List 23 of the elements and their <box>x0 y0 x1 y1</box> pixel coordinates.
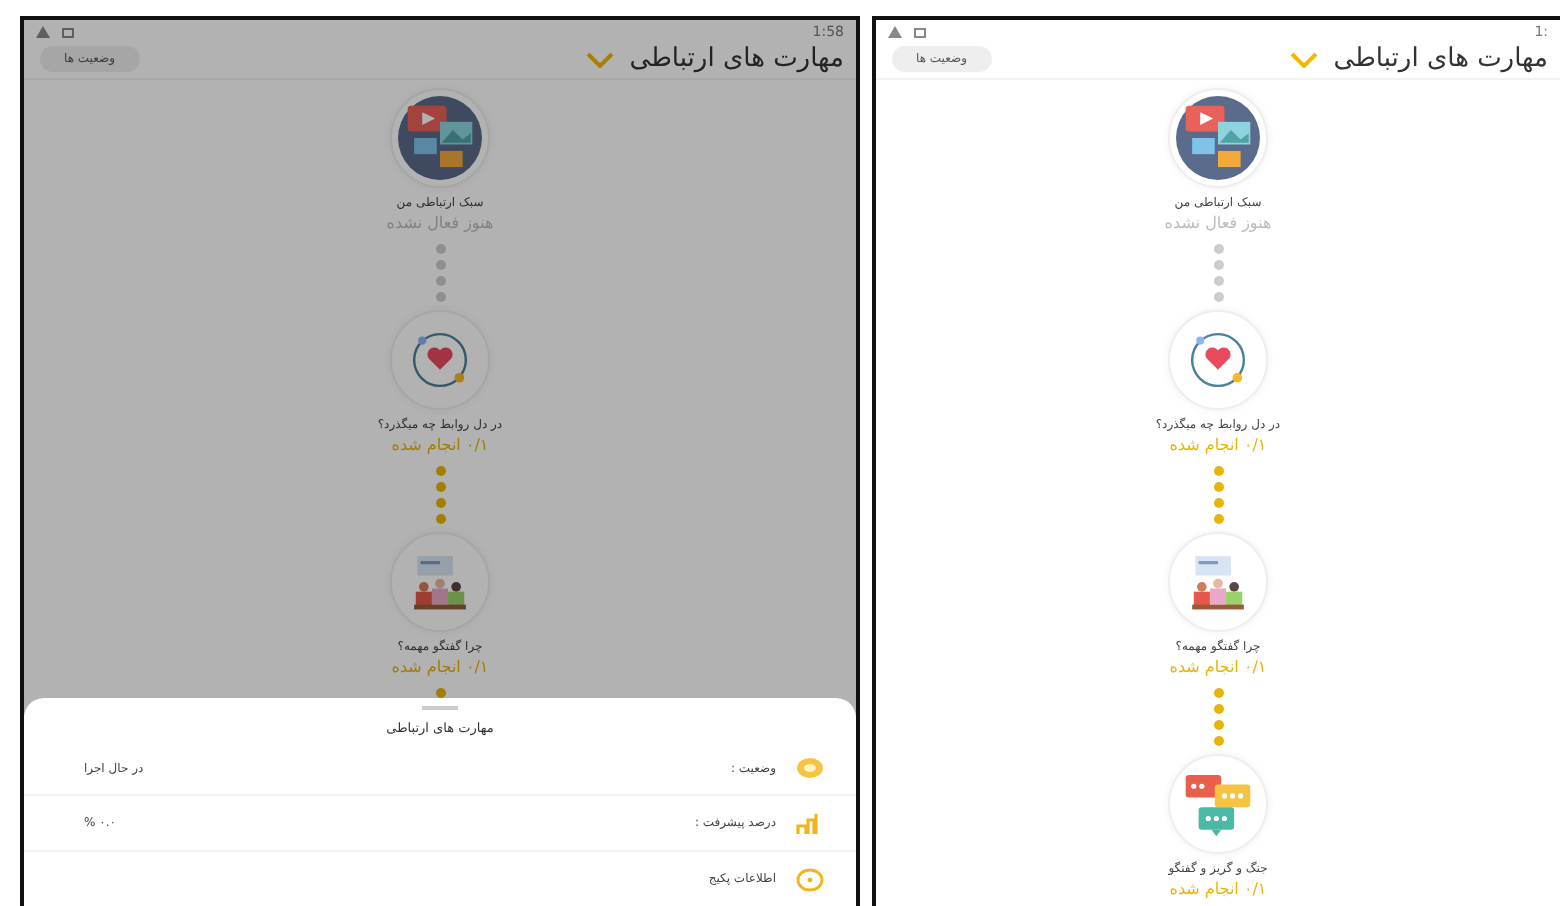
page-title: مهارت های ارتباطی <box>629 44 844 74</box>
warning-icon <box>888 26 902 38</box>
drag-handle[interactable] <box>422 706 458 710</box>
image-icon <box>62 27 74 37</box>
lesson-node[interactable] <box>1168 532 1268 632</box>
lesson-node[interactable] <box>1168 88 1268 188</box>
lesson-status: ۰/۱ انجام شده <box>391 658 489 678</box>
lesson-status: ۰/۱ انجام شده <box>391 436 489 456</box>
lesson-status: هنوز فعال نشده <box>1164 214 1272 234</box>
page-title: مهارت های ارتباطی <box>1333 44 1548 74</box>
media-collage-icon <box>1176 96 1260 180</box>
progress-icon <box>796 811 824 836</box>
status-icon <box>796 756 824 781</box>
lesson-node[interactable] <box>390 532 490 632</box>
lesson-node[interactable] <box>390 88 490 188</box>
warning-icon <box>36 26 50 38</box>
lesson-status: ۰/۱ انجام شده <box>1169 436 1267 456</box>
info-icon <box>796 867 824 892</box>
lesson-status: ۰/۱ انجام شده <box>1169 880 1267 900</box>
lesson-status: ۰/۱ انجام شده <box>1169 658 1267 678</box>
lesson-node[interactable] <box>1168 754 1268 854</box>
image-icon <box>914 27 926 37</box>
media-collage-icon <box>398 96 482 180</box>
